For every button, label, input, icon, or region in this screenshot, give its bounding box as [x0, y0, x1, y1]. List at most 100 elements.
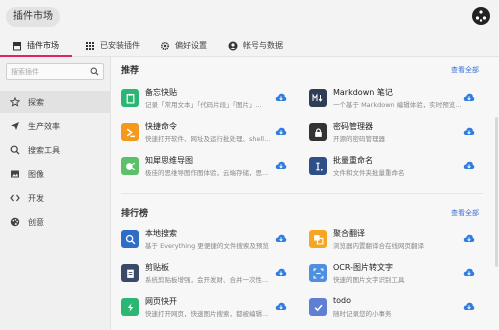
cloud-download-icon[interactable] [463, 92, 475, 103]
markdown-icon [309, 89, 327, 107]
sidebar-item-explore[interactable]: 探索 [0, 91, 110, 113]
plugin-name: 网页快开 [145, 297, 177, 306]
sidebar-item-label: 开发 [28, 193, 44, 203]
sidebar-item-label: 生产效率 [28, 121, 60, 131]
sidebar-item-label: 探索 [28, 97, 44, 107]
command-icon [121, 123, 139, 141]
scrollbar[interactable] [495, 117, 498, 267]
plugin-description: 一个基于 Markdown 编辑体验，实时预览... [333, 101, 462, 109]
send-icon [11, 122, 19, 130]
plugin-name: Markdown 笔记 [333, 88, 393, 97]
tab-bar: 插件市场 已安装插件 偏好设置 帐号与数据 [0, 34, 499, 57]
main-content: 推荐 查看全部 备忘快贴 记录「常用文本」「代码片段」「图片」... Markd… [111, 57, 499, 330]
plugin-card-mindmap[interactable]: 知犀思维导图 极佳的思维导图作图体验，云端存储，思... [121, 154, 301, 182]
lock-icon [309, 123, 327, 141]
plugin-description: 文件和文件夹批量重命名 [333, 169, 405, 177]
cloud-download-icon[interactable] [275, 126, 287, 137]
user-icon [228, 41, 238, 50]
plugin-name: 知犀思维导图 [145, 156, 193, 165]
web-icon [121, 298, 139, 316]
plugin-description: 随时记录您的小事务 [333, 310, 392, 318]
plugin-name: 快捷命令 [145, 122, 177, 131]
search-icon [10, 145, 20, 155]
ranking-see-all-link[interactable]: 查看全部 [451, 208, 479, 218]
rename-icon [309, 157, 327, 175]
cloud-download-icon[interactable] [275, 301, 287, 312]
tab-account-data[interactable]: 帐号与数据 [228, 34, 283, 57]
plugin-name: 备忘快贴 [145, 88, 177, 97]
cloud-download-icon[interactable] [463, 126, 475, 137]
plugin-description: 快速打开软件、网址及运行批处理、shell... [145, 135, 271, 143]
plugin-name: 本地搜索 [145, 229, 177, 238]
app-title: 插件市场 [6, 7, 60, 27]
plugin-name: 批量重命名 [333, 156, 373, 165]
plugin-description: 系统剪贴板增强，会开发财、合并一次性... [145, 276, 269, 284]
mindmap-icon [121, 157, 139, 175]
plugin-search[interactable] [6, 63, 104, 80]
sidebar-item-develop[interactable]: 开发 [0, 187, 110, 209]
paste-icon [121, 264, 139, 282]
plugin-card-local-search[interactable]: 本地搜索 基于 Everything 更便捷的文件搜索及预览 [121, 227, 301, 255]
star-icon [10, 97, 20, 107]
plugin-name: todo [333, 296, 352, 305]
check-icon [309, 298, 327, 316]
sidebar-item-productivity[interactable]: 生产效率 [0, 115, 110, 137]
plugin-name: 密码管理器 [333, 122, 373, 131]
tab-installed-plugins[interactable]: 已安装插件 [85, 34, 140, 57]
tab-label: 已安装插件 [100, 41, 140, 50]
sidebar-item-search-tools[interactable]: 搜索工具 [0, 139, 110, 161]
cloud-download-icon[interactable] [463, 233, 475, 244]
plugin-card-clipboard[interactable]: 剪贴板 系统剪贴板增强，会开发财、合并一次性... [121, 261, 301, 289]
plugin-card-quick-command[interactable]: 快捷命令 快速打开软件、网址及运行批处理、shell... [121, 120, 301, 148]
plugin-card-markdown[interactable]: Markdown 笔记 一个基于 Markdown 编辑体验，实时预览... [309, 86, 489, 114]
plugin-search-input[interactable] [7, 64, 87, 79]
app-logo-icon[interactable] [471, 6, 491, 26]
cloud-download-icon[interactable] [275, 267, 287, 278]
image-icon [11, 170, 19, 178]
store-icon [13, 41, 21, 50]
cloud-download-icon[interactable] [275, 160, 287, 171]
plugin-description: 开源的密码管理器 [333, 135, 385, 143]
tab-label: 插件市场 [27, 41, 59, 50]
sidebar-item-label: 搜索工具 [28, 145, 60, 155]
plugin-description: 极佳的思维导图作图体验，云端存储，思... [145, 169, 269, 177]
title-bar: 插件市场 [0, 0, 499, 34]
ranking-section-title: 排行榜 [121, 209, 149, 219]
plugin-card-todo[interactable]: todo 随时记录您的小事务 [309, 295, 489, 323]
recommend-see-all-link[interactable]: 查看全部 [451, 65, 479, 75]
section-divider [121, 193, 483, 194]
plugin-description: 浏览器内置翻译合在线网页翻译 [333, 242, 424, 250]
sidebar: 探索 生产效率 搜索工具 图像 开发 创意 [0, 57, 111, 330]
cloud-download-icon[interactable] [463, 301, 475, 312]
plugin-description: 记录「常用文本」「代码片段」「图片」... [145, 101, 262, 109]
plugin-card-ocr[interactable]: OCR-图片转文字 快速的图片文字识别工具 [309, 261, 489, 289]
palette-icon [10, 217, 20, 227]
code-icon [10, 194, 20, 202]
sidebar-item-label: 图像 [28, 169, 44, 179]
recommend-section-title: 推荐 [121, 66, 140, 76]
plugin-card-translate[interactable]: 聚合翻译 浏览器内置翻译合在线网页翻译 [309, 227, 489, 255]
plugin-name: 聚合翻译 [333, 229, 365, 238]
plugin-card-batch-rename[interactable]: 批量重命名 文件和文件夹批量重命名 [309, 154, 489, 182]
sidebar-item-creative[interactable]: 创意 [0, 211, 110, 233]
grid-icon [86, 41, 94, 50]
plugin-card-web-open[interactable]: 网页快开 快速打开网页，快速图片搜索，都被编辑... [121, 295, 301, 323]
sidebar-item-label: 创意 [28, 217, 44, 227]
clipboard-icon [121, 89, 139, 107]
sidebar-item-image[interactable]: 图像 [0, 163, 110, 185]
translate-icon [309, 230, 327, 248]
search-icon[interactable] [90, 67, 99, 76]
plugin-card-password-manager[interactable]: 密码管理器 开源的密码管理器 [309, 120, 489, 148]
tab-label: 帐号与数据 [243, 41, 283, 50]
plugin-name: OCR-图片转文字 [333, 263, 394, 272]
plugin-description: 快速打开网页，快速图片搜索，都被编辑... [145, 310, 269, 318]
cloud-download-icon[interactable] [275, 92, 287, 103]
tab-preferences[interactable]: 偏好设置 [160, 34, 207, 57]
plugin-card-memo[interactable]: 备忘快贴 记录「常用文本」「代码片段」「图片」... [121, 86, 301, 114]
cloud-download-icon[interactable] [275, 233, 287, 244]
cloud-download-icon[interactable] [463, 160, 475, 171]
magnifier-icon [121, 230, 139, 248]
tab-plugin-market[interactable]: 插件市场 [12, 34, 59, 57]
cloud-download-icon[interactable] [463, 267, 475, 278]
tab-label: 偏好设置 [175, 41, 207, 50]
